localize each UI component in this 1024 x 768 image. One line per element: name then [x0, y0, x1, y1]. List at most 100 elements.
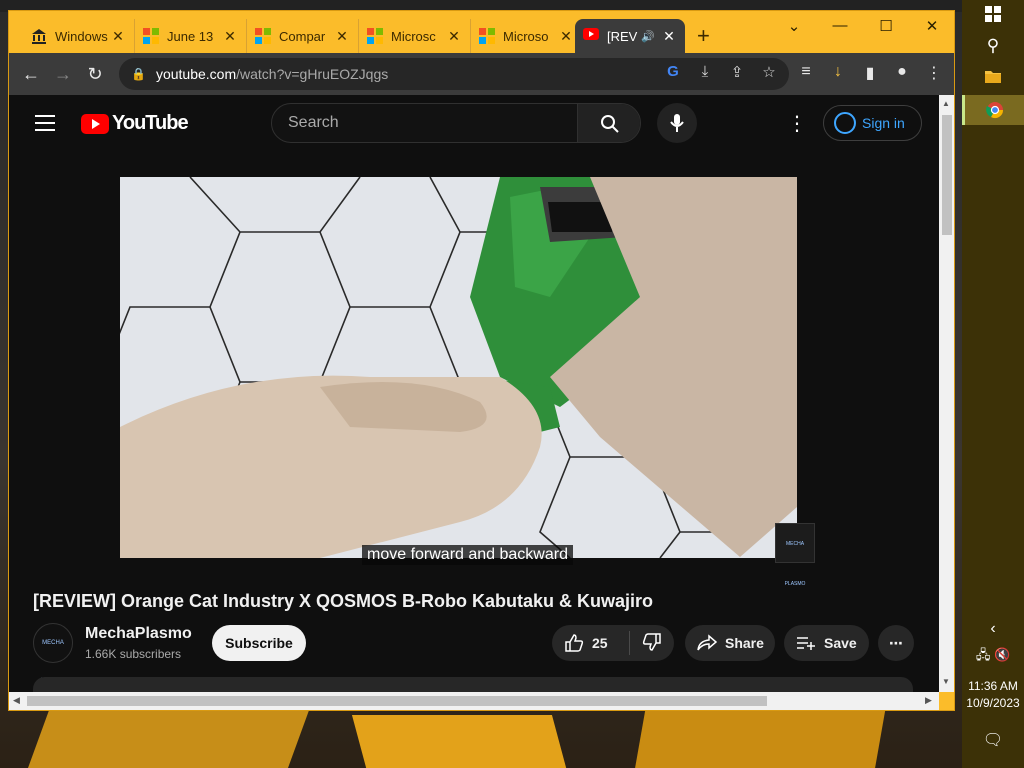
settings-kebab-icon[interactable]: ⋮: [787, 111, 807, 136]
tab-strip: Windows ✕ June 13 ✕ Compar ✕ Microsc ✕ M…: [9, 11, 954, 53]
network-icon[interactable]: 🖧: [976, 647, 991, 662]
forward-icon[interactable]: →: [47, 64, 79, 85]
tab-youtube-active[interactable]: [REV 🔊 ✕: [575, 19, 685, 53]
dislike-button[interactable]: [630, 632, 662, 655]
url-text: youtube.com/watch?v=gHruEOZJqgs: [155, 66, 389, 82]
tab-title: June 13: [167, 28, 214, 44]
sign-in-button[interactable]: Sign in: [823, 105, 922, 141]
google-icon[interactable]: G: [661, 63, 685, 81]
channel-name[interactable]: MechaPlasmo: [85, 625, 192, 643]
search-input[interactable]: Search: [272, 104, 577, 142]
add-to-playlist-icon: [797, 637, 815, 650]
browser-toolbar: ← → ↻ 🔒 youtube.com/watch?v=gHruEOZJqgs …: [9, 53, 954, 95]
tab-microso[interactable]: Microso ✕: [471, 19, 583, 53]
share-page-icon[interactable]: ⇪: [725, 63, 749, 81]
scroll-up-icon[interactable]: ▲: [942, 99, 950, 108]
more-horizontal-icon: ⋯: [889, 634, 903, 651]
volume-muted-icon[interactable]: 🔇: [994, 647, 1010, 662]
scroll-right-icon[interactable]: ▶: [925, 695, 932, 706]
search-taskbar-icon[interactable]: ⚲: [962, 36, 1024, 56]
description-box[interactable]: [33, 677, 913, 692]
menu-kebab-icon[interactable]: ⋮: [923, 63, 945, 83]
media-control-icon[interactable]: ≡: [795, 63, 817, 83]
hamburger-menu-icon[interactable]: [35, 115, 55, 136]
youtube-header: YouTube Search ⋮ Sign in: [9, 95, 939, 151]
close-icon[interactable]: ✕: [446, 28, 462, 45]
video-title: [REVIEW] Orange Cat Industry X QOSMOS B-…: [33, 591, 654, 611]
voice-search-button[interactable]: [657, 103, 697, 143]
tab-title: [REV: [607, 28, 638, 44]
subscriber-count: 1.66K subscribers: [85, 647, 182, 661]
subscribe-button[interactable]: Subscribe: [212, 625, 306, 661]
maximize-icon[interactable]: ☐: [871, 17, 901, 35]
side-panel-icon[interactable]: ▮: [859, 63, 881, 83]
action-center-icon[interactable]: 🗨: [962, 730, 1024, 750]
minimize-icon[interactable]: —: [825, 17, 855, 34]
clock-time: 11:36 AM: [968, 679, 1018, 693]
close-icon[interactable]: ✕: [110, 28, 126, 45]
tab-microsc[interactable]: Microsc ✕: [359, 19, 471, 53]
tab-title: Microsc: [391, 28, 436, 44]
horizontal-scroll-thumb[interactable]: [27, 696, 767, 706]
reload-icon[interactable]: ↻: [79, 64, 111, 85]
microphone-icon: [670, 113, 684, 132]
thumbs-up-icon: [565, 634, 584, 652]
horizontal-scrollbar[interactable]: ◀ ▶: [9, 692, 939, 710]
thumbs-down-icon: [642, 632, 661, 651]
file-explorer-icon[interactable]: [962, 68, 1024, 89]
network-and-volume-tray[interactable]: 🖧 🔇: [962, 646, 1024, 668]
tab-june13[interactable]: June 13 ✕: [135, 19, 247, 53]
share-label: Share: [725, 635, 764, 651]
save-label: Save: [824, 635, 857, 651]
windows-logo-icon: [985, 6, 1001, 22]
scroll-left-icon[interactable]: ◀: [13, 695, 20, 706]
video-player[interactable]: [120, 177, 797, 558]
youtube-logo-text: YouTube: [112, 112, 189, 134]
channel-avatar[interactable]: MECHA PLASMO: [33, 623, 73, 684]
back-icon[interactable]: ←: [15, 64, 47, 85]
install-icon[interactable]: ⤓: [693, 63, 717, 81]
tab-search-icon[interactable]: ⌄: [779, 17, 809, 35]
tab-windows[interactable]: Windows ✕: [23, 19, 135, 53]
youtube-logo[interactable]: YouTube: [81, 112, 189, 135]
show-hidden-icons-chevron[interactable]: ‹: [962, 620, 1024, 638]
youtube-play-icon: [81, 113, 109, 134]
tab-compar[interactable]: Compar ✕: [247, 19, 359, 53]
lock-icon[interactable]: 🔒: [131, 67, 146, 81]
bookmark-star-icon[interactable]: ☆: [757, 63, 781, 81]
vertical-scrollbar[interactable]: ▲ ▼: [939, 95, 954, 692]
scroll-down-icon[interactable]: ▼: [942, 677, 950, 686]
speaker-icon[interactable]: 🔊: [641, 30, 655, 43]
chrome-taskbar-icon[interactable]: [962, 95, 1024, 125]
profile-icon[interactable]: ●: [891, 63, 913, 83]
tab-title: Compar: [279, 28, 326, 44]
address-bar[interactable]: 🔒 youtube.com/watch?v=gHruEOZJqgs G ⤓ ⇪ …: [119, 58, 789, 90]
close-icon[interactable]: ✕: [558, 28, 574, 45]
video-frame: [120, 177, 797, 558]
clock-date: 10/9/2023: [966, 696, 1020, 710]
more-actions-button[interactable]: ⋯: [878, 625, 914, 661]
video-caption: move forward and backward: [362, 545, 573, 565]
new-tab-button[interactable]: +: [697, 23, 710, 49]
microsoft-icon: [367, 28, 383, 44]
share-arrow-icon: [697, 634, 717, 651]
search-button[interactable]: [577, 104, 640, 142]
search-box: Search: [271, 103, 641, 143]
save-button[interactable]: Save: [784, 625, 869, 661]
youtube-page: YouTube Search ⋮ Sign in move forward an…: [9, 95, 939, 692]
tab-title: Windows: [55, 28, 108, 44]
channel-watermark[interactable]: MECHA PLASMO: [775, 523, 815, 587]
microsoft-icon: [479, 28, 495, 44]
download-icon[interactable]: ↓: [827, 63, 849, 83]
like-button[interactable]: 25: [552, 631, 630, 655]
browser-window: Windows ✕ June 13 ✕ Compar ✕ Microsc ✕ M…: [8, 10, 955, 711]
close-window-icon[interactable]: ✕: [917, 17, 947, 35]
taskbar-clock[interactable]: 11:36 AM 10/9/2023: [962, 678, 1024, 712]
share-button[interactable]: Share: [685, 625, 775, 661]
microsoft-icon: [143, 28, 159, 44]
vertical-scroll-thumb[interactable]: [942, 115, 952, 235]
close-icon[interactable]: ✕: [334, 28, 350, 45]
close-icon[interactable]: ✕: [661, 28, 677, 45]
close-icon[interactable]: ✕: [222, 28, 238, 45]
start-button[interactable]: [962, 6, 1024, 22]
